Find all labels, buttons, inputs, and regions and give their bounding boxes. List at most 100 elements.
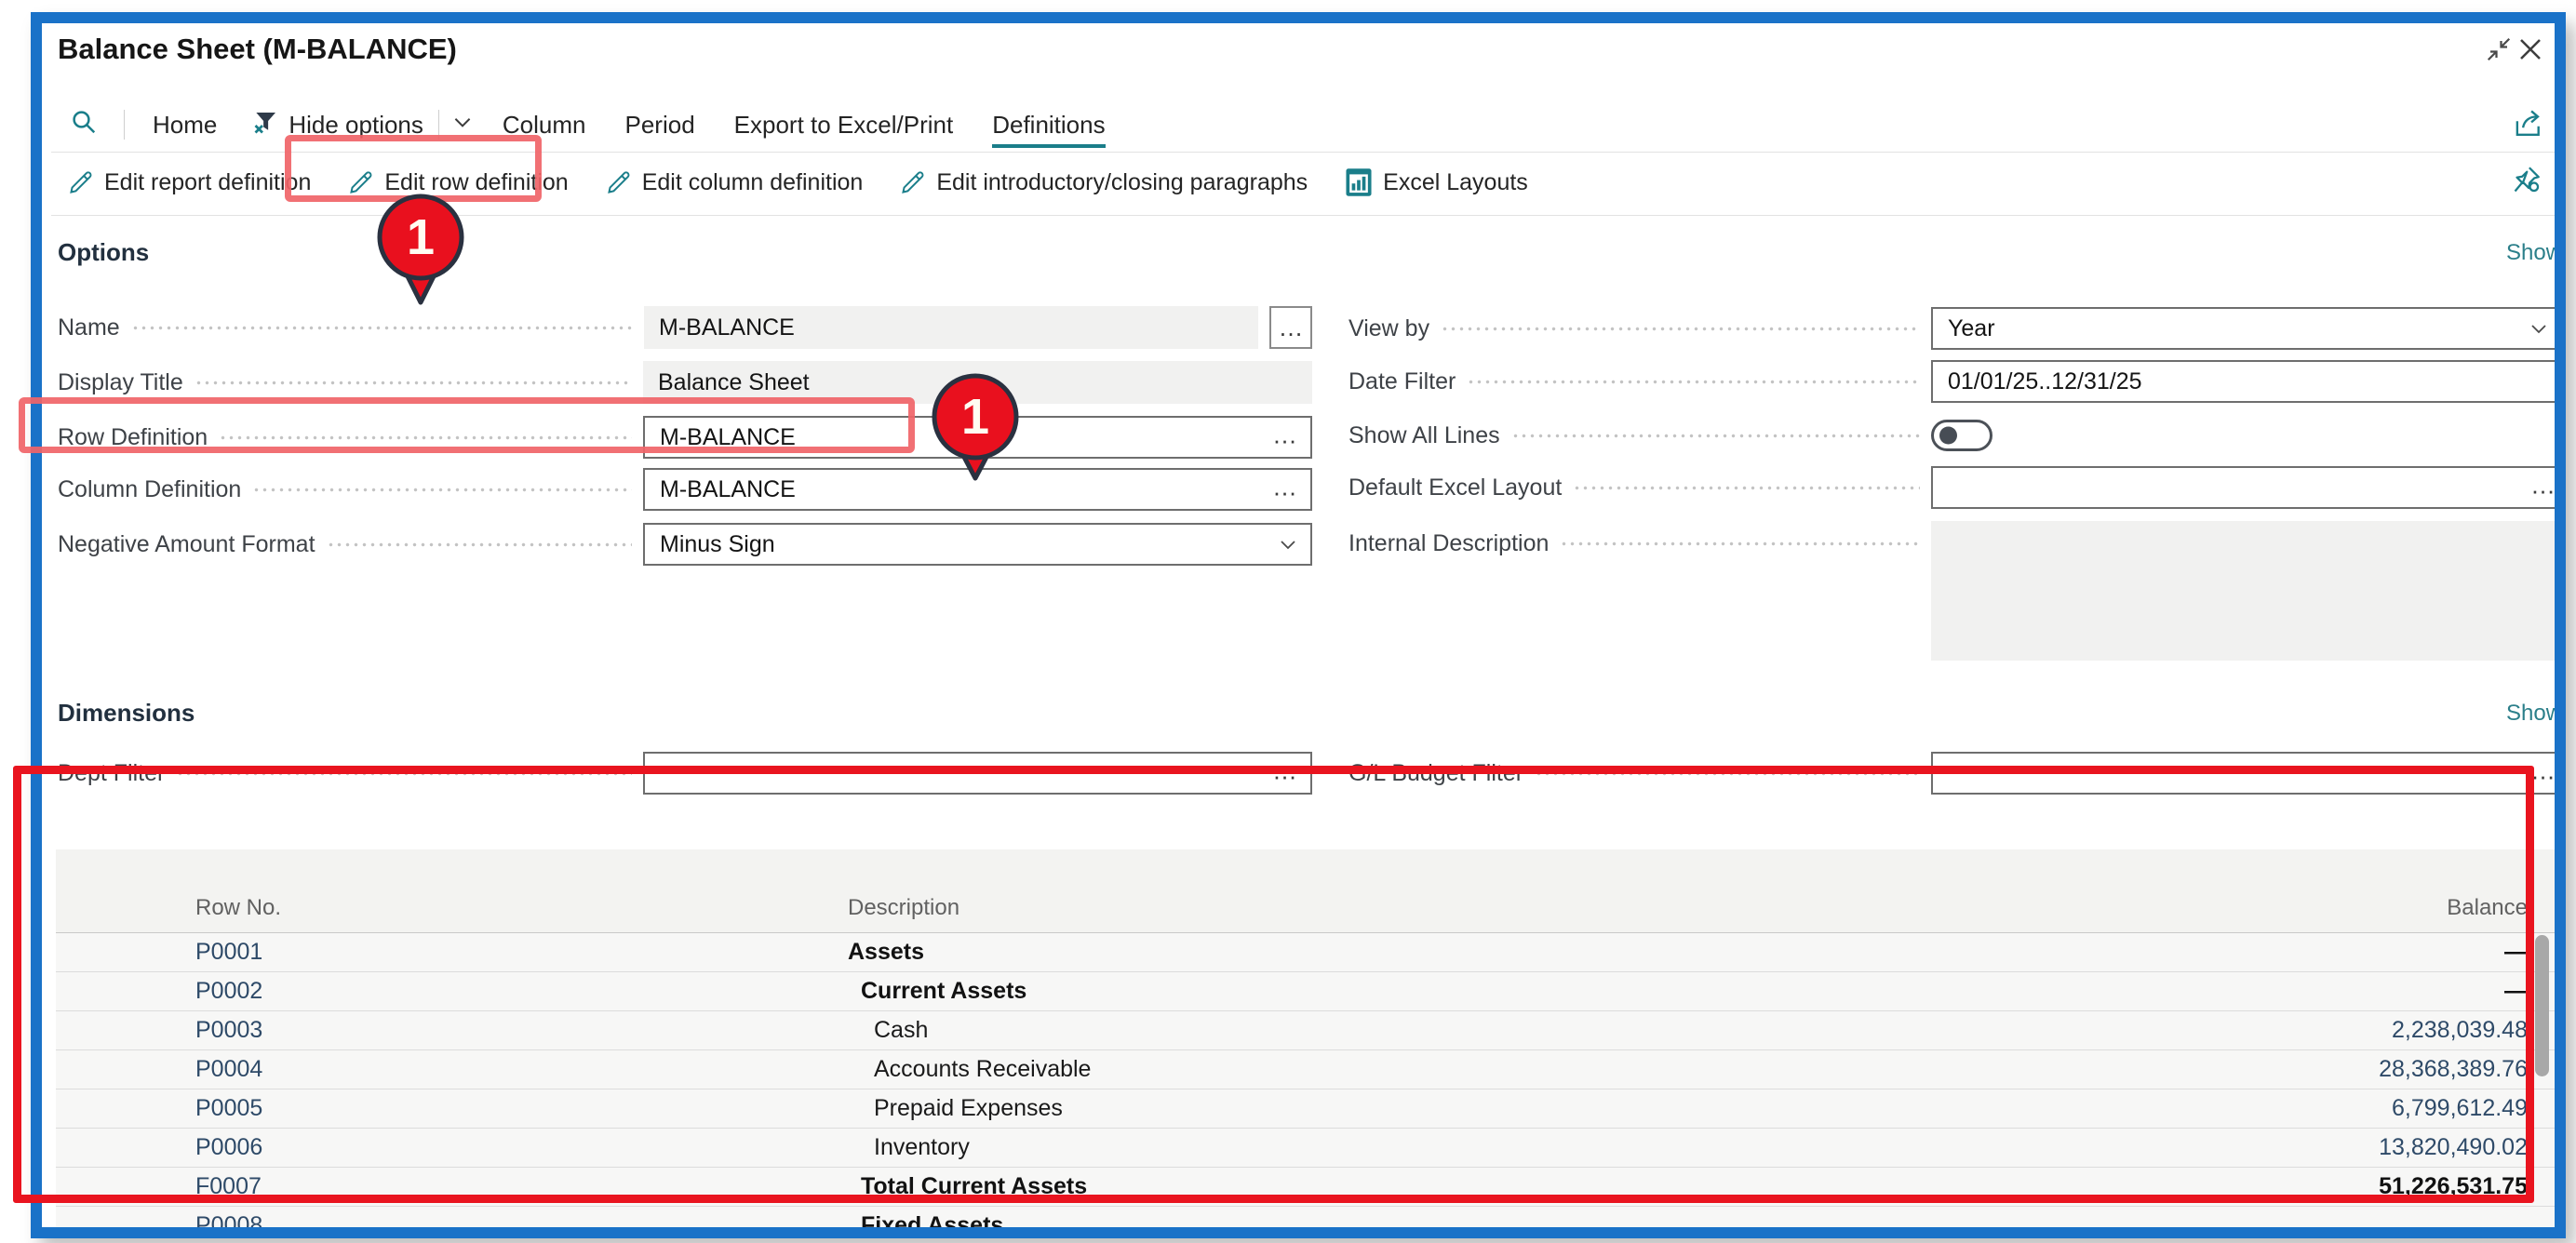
edit-report-definition-button[interactable]: Edit report definition — [68, 169, 311, 196]
cell-row-no[interactable]: P0001 — [56, 939, 707, 966]
restore-window-button[interactable] — [2482, 33, 2516, 66]
column-header-description[interactable]: Description — [707, 895, 2108, 921]
cell-row-no[interactable]: P0008 — [56, 1212, 707, 1227]
cell-row-no[interactable]: P0004 — [56, 1056, 707, 1083]
cell-balance[interactable]: 13,820,490.02 — [2108, 1134, 2555, 1161]
lookup-ellipsis-icon[interactable]: … — [2530, 756, 2555, 785]
toolbar-item-label: Edit report definition — [104, 169, 311, 196]
default-excel-layout-field[interactable]: … — [1931, 466, 2555, 509]
menu-item-definitions[interactable]: Definitions — [992, 111, 1105, 140]
table-row[interactable]: P0003 Cash 2,238,039.48 — [56, 1011, 2555, 1050]
field-row-default-excel-layout: Default Excel Layout … — [1348, 466, 2555, 509]
cell-balance[interactable]: — — [2108, 939, 2555, 966]
date-filter-field[interactable]: 01/01/25..12/31/25 — [1931, 360, 2555, 403]
table-row[interactable]: P0004 Accounts Receivable 28,368,389.76 — [56, 1050, 2555, 1089]
cell-description[interactable]: Cash — [707, 1017, 2108, 1044]
cell-row-no[interactable]: P0006 — [56, 1134, 707, 1161]
cell-balance[interactable]: — — [2108, 978, 2555, 1005]
dotted-leader — [252, 488, 632, 492]
excel-layouts-button[interactable]: Excel Layouts — [1345, 167, 1528, 197]
share-button[interactable] — [2513, 107, 2546, 140]
field-row-column-definition: Column Definition M-BALANCE … — [58, 468, 1312, 511]
field-label: Show All Lines — [1348, 422, 1500, 449]
field-row-display-title: Display Title Balance Sheet — [58, 361, 1312, 404]
cell-description[interactable]: Total Current Assets — [707, 1173, 2108, 1200]
cell-balance[interactable]: 2,238,039.48 — [2108, 1017, 2555, 1044]
dept-filter-field[interactable]: … — [643, 752, 1312, 795]
field-row-show-all-lines: Show All Lines — [1348, 414, 2555, 457]
table-row[interactable]: P0002 Current Assets — — [56, 972, 2555, 1011]
view-by-select[interactable]: Year — [1931, 307, 2555, 350]
menu-item-export-to-excel-print[interactable]: Export to Excel/Print — [734, 111, 954, 140]
internal-description-textarea[interactable] — [1931, 521, 2555, 661]
cell-balance[interactable]: 51,226,531.75 — [2108, 1173, 2555, 1200]
name-field[interactable]: M-BALANCE — [644, 306, 1258, 349]
toolbar-item-label: Edit introductory/closing paragraphs — [936, 169, 1308, 196]
cell-row-no[interactable]: P0005 — [56, 1095, 707, 1122]
cell-description[interactable]: Inventory — [707, 1134, 2108, 1161]
menu-item-hide-options[interactable]: Hide options — [288, 111, 423, 140]
column-header-row-no[interactable]: Row No. — [56, 895, 707, 921]
field-value: Year — [1948, 315, 1995, 342]
show-all-lines-toggle[interactable] — [1931, 420, 1992, 451]
pencil-icon — [348, 169, 374, 195]
name-assist-button[interactable]: … — [1269, 306, 1312, 349]
pencil-icon — [68, 169, 94, 195]
display-title-field[interactable]: Balance Sheet — [643, 361, 1312, 404]
show-more-link[interactable]: Show more — [2506, 701, 2555, 727]
column-header-balance[interactable]: Balance — [2108, 895, 2555, 921]
field-row-date-filter: Date Filter 01/01/25..12/31/25 — [1348, 360, 2555, 403]
pin-button[interactable] — [2510, 163, 2543, 196]
row-definition-field[interactable]: M-BALANCE … — [643, 416, 1312, 459]
toolbar-item-label: Edit column definition — [642, 169, 864, 196]
table-row[interactable]: P0006 Inventory 13,820,490.02 — [56, 1129, 2555, 1168]
cell-row-no[interactable]: F0007 — [56, 1173, 707, 1200]
field-label: Internal Description — [1348, 530, 1549, 557]
cell-balance[interactable]: 28,368,389.76 — [2108, 1056, 2555, 1083]
field-label: Default Excel Layout — [1348, 474, 1562, 501]
edit-row-definition-button[interactable]: Edit row definition — [348, 169, 568, 196]
show-less-link[interactable]: Show less — [2506, 240, 2555, 266]
lookup-ellipsis-icon[interactable]: … — [2530, 471, 2555, 500]
close-icon — [2516, 34, 2545, 64]
table-row[interactable]: P0008 Fixed Assets — [56, 1207, 2555, 1227]
field-label: Display Title — [58, 369, 183, 396]
cell-row-no[interactable]: P0002 — [56, 978, 707, 1005]
more-options-chevron[interactable] — [450, 110, 475, 140]
menu-item-column[interactable]: Column — [503, 111, 586, 140]
search-button[interactable] — [70, 108, 98, 142]
filter-icon — [252, 108, 280, 142]
vertical-scrollbar-thumb[interactable] — [2535, 935, 2549, 1076]
cell-description[interactable]: Prepaid Expenses — [707, 1095, 2108, 1122]
cell-row-no[interactable]: P0003 — [56, 1017, 707, 1044]
cell-description[interactable]: Assets — [707, 939, 2108, 966]
pencil-icon — [606, 169, 632, 195]
report-rows-table: Row No. Description Balance P0001 Assets… — [56, 849, 2555, 1227]
dotted-leader — [1467, 380, 1920, 384]
menu-item-home[interactable]: Home — [153, 111, 217, 140]
table-row[interactable]: F0007 Total Current Assets 51,226,531.75 — [56, 1168, 2555, 1207]
column-definition-field[interactable]: M-BALANCE … — [643, 468, 1312, 511]
field-row-name: Name M-BALANCE … — [58, 306, 1312, 349]
cell-description[interactable]: Fixed Assets — [707, 1212, 2108, 1227]
edit-column-definition-button[interactable]: Edit column definition — [606, 169, 864, 196]
edit-paragraphs-button[interactable]: Edit introductory/closing paragraphs — [900, 169, 1308, 196]
cell-description[interactable]: Accounts Receivable — [707, 1056, 2108, 1083]
dotted-leader — [1441, 327, 1920, 331]
table-row[interactable]: P0001 Assets — — [56, 933, 2555, 972]
page-title: Balance Sheet (M-BALANCE) — [58, 33, 457, 66]
options-section-header: Options — [58, 238, 149, 267]
close-window-button[interactable] — [2514, 33, 2547, 66]
cell-description[interactable]: Current Assets — [707, 978, 2108, 1005]
gl-budget-filter-field[interactable]: … — [1931, 752, 2555, 795]
cell-balance[interactable]: 6,799,612.49 — [2108, 1095, 2555, 1122]
table-row[interactable]: P0005 Prepaid Expenses 6,799,612.49 — [56, 1089, 2555, 1129]
lookup-ellipsis-icon[interactable]: … — [1272, 473, 1299, 501]
lookup-ellipsis-icon[interactable]: … — [1272, 421, 1299, 449]
negative-amount-format-select[interactable]: Minus Sign — [643, 523, 1312, 566]
search-icon — [70, 108, 98, 136]
toolbar-item-label: Excel Layouts — [1383, 169, 1528, 196]
lookup-ellipsis-icon[interactable]: … — [1272, 756, 1299, 785]
menu-item-period[interactable]: Period — [625, 111, 695, 140]
dotted-leader — [1573, 486, 1920, 490]
